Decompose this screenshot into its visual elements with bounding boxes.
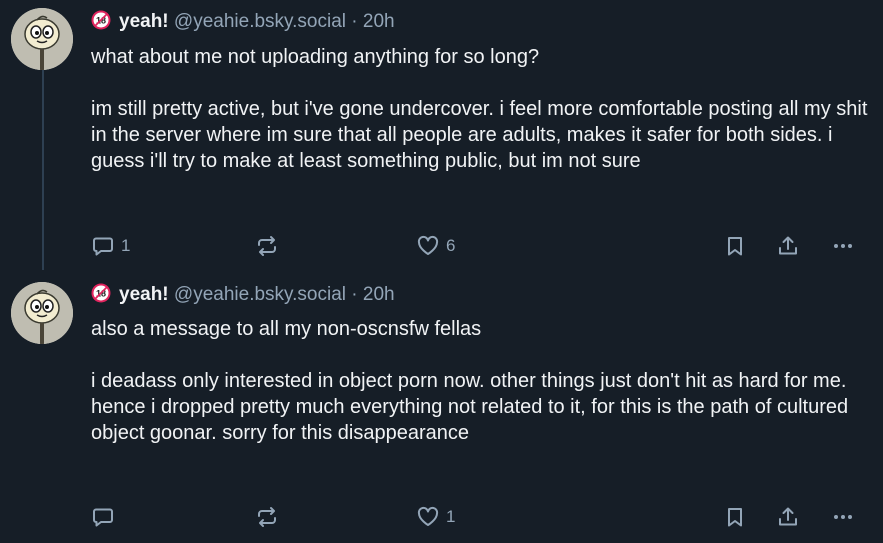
post-text: also a message to all my non-oscnsfw fel… [91,316,871,446]
repost-icon [258,507,276,527]
timestamp[interactable]: 20h [363,11,395,32]
display-name[interactable]: yeah! [119,11,169,32]
repost-icon [258,236,276,256]
repost-button[interactable] [255,233,285,259]
avatar[interactable] [11,282,73,344]
more-options-button[interactable] [831,504,855,530]
display-name[interactable]: yeah! [119,284,169,305]
post-text: what about me not uploading anything for… [91,44,871,174]
like-count: 1 [446,507,456,526]
post-paragraph: im still pretty active, but i've gone un… [91,98,868,172]
bookmark-button[interactable] [723,504,747,530]
heart-icon [417,506,439,526]
more-icon [834,244,852,248]
post-header: 18 yeah! @yeahie.bsky.social · 20h [91,10,395,34]
avatar[interactable] [11,8,73,70]
share-icon [779,507,797,526]
reply-count: 1 [121,236,131,255]
bookmark-button[interactable] [723,233,747,259]
share-button[interactable] [776,504,800,530]
separator: · [351,11,358,32]
more-options-button[interactable] [831,233,855,259]
avatar-image [11,8,73,70]
handle[interactable]: @yeahie.bsky.social [174,284,346,305]
post[interactable]: 18 yeah! @yeahie.bsky.social · 20h what … [0,0,883,272]
heart-icon [417,235,439,255]
like-button[interactable]: 1 [416,504,455,530]
separator: · [351,284,358,305]
bookmark-icon [728,237,742,256]
repost-button[interactable] [255,504,285,530]
bookmark-icon [728,508,742,527]
timestamp[interactable]: 20h [363,284,395,305]
reply-button[interactable] [91,504,121,530]
like-button[interactable]: 6 [416,233,455,259]
thread-line [42,70,44,270]
share-button[interactable] [776,233,800,259]
reply-button[interactable]: 1 [91,233,130,259]
share-icon [779,236,797,255]
post-actions: 1 [91,504,871,530]
post-header: 18 yeah! @yeahie.bsky.social · 20h [91,283,395,307]
post[interactable]: 18 yeah! @yeahie.bsky.social · 20h also … [0,272,883,543]
post-paragraph: what about me not uploading anything for… [91,46,540,68]
more-icon [834,515,852,519]
reply-icon [93,508,113,527]
handle[interactable]: @yeahie.bsky.social [174,11,346,32]
post-actions: 1 6 [91,233,871,259]
18-plus-icon: 18 [91,283,111,303]
post-paragraph: also a message to all my non-oscnsfw fel… [91,318,482,340]
like-count: 6 [446,236,456,255]
reply-icon [93,237,113,256]
avatar-image [11,282,73,344]
post-paragraph: i deadass only interested in object porn… [91,370,849,444]
18-plus-icon: 18 [91,10,111,30]
